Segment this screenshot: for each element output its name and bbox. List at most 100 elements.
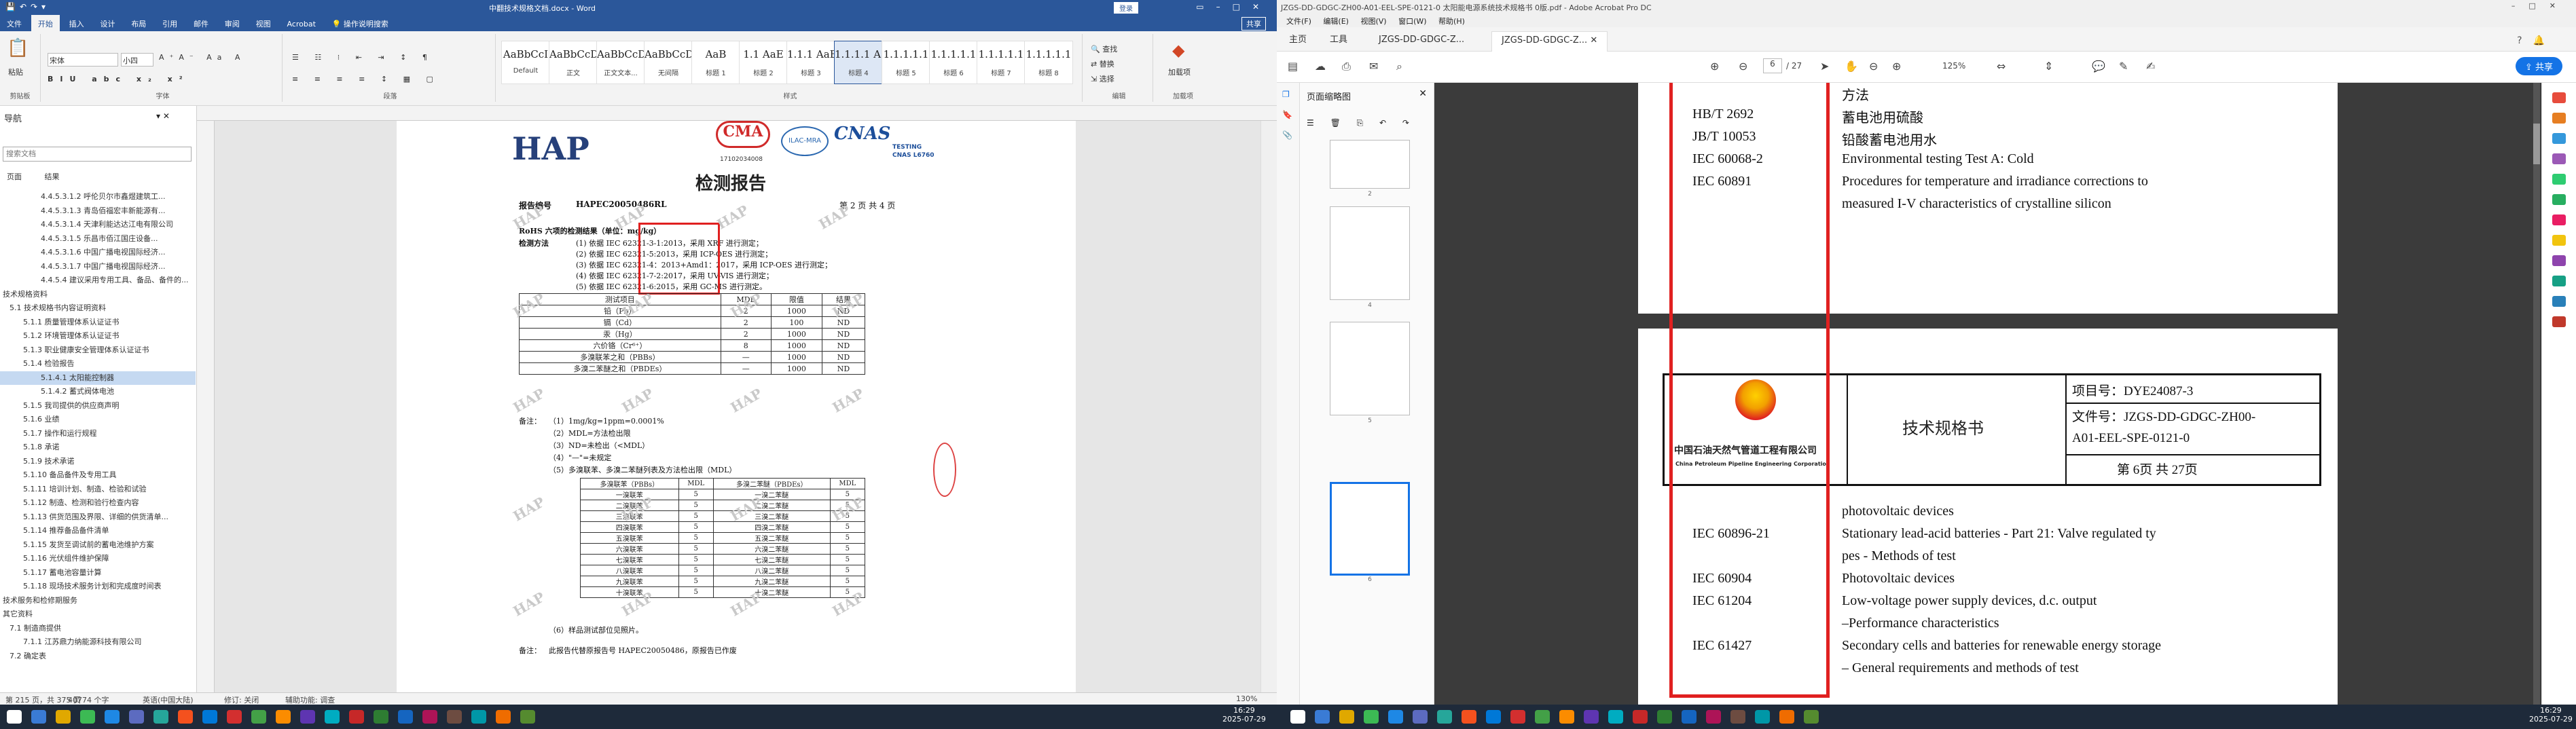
nav-search-input[interactable] <box>3 147 192 162</box>
align-buttons[interactable]: ≡ ≡ ≡ ≡ ↕ ▦ ▢ <box>292 75 440 83</box>
zoom-select[interactable]: 125% <box>1942 61 1965 71</box>
taskbar-app-icon[interactable] <box>105 710 120 724</box>
tab-home[interactable]: 开始 <box>31 15 60 33</box>
taskbar-app-icon[interactable] <box>520 710 535 724</box>
tab-home[interactable]: 主页 <box>1280 31 1316 52</box>
font-size-select[interactable]: 小四 <box>121 53 153 67</box>
nav-heading-item[interactable]: 技术服务和检修期服务 <box>0 594 196 608</box>
save-icon[interactable]: ▤ <box>1288 60 1298 73</box>
page-thumbnail[interactable]: 5 <box>1330 322 1410 424</box>
style-heading-5[interactable]: 1.1.1.1.1 标题 5 <box>882 41 930 84</box>
style-heading-3[interactable]: 1.1.1 AaE 标题 3 <box>786 41 835 84</box>
taskbar-app-icon[interactable] <box>251 710 266 724</box>
taskbar-app-icon[interactable] <box>153 710 168 724</box>
taskbar-app-icon[interactable] <box>1339 710 1354 724</box>
close-pane-icon[interactable]: ✕ <box>1419 88 1427 99</box>
style-heading-8[interactable]: 1.1.1.1.1 标题 8 <box>1024 41 1073 84</box>
taskbar-app-icon[interactable] <box>1779 710 1794 724</box>
nav-close-icon[interactable]: ▾ ✕ <box>156 111 170 121</box>
taskbar-app-icon[interactable] <box>1559 710 1574 724</box>
menu-help[interactable]: 帮助(H) <box>1438 16 1465 26</box>
nav-heading-item[interactable]: 5.1.12 制造、检测和验行检查内容 <box>0 496 196 510</box>
nav-heading-item[interactable]: 5.1.2 环境管理体系认证证书 <box>0 329 196 343</box>
tab-document-1[interactable]: JZGS-DD-GDGC-Z... <box>1369 31 1474 52</box>
tab-mailings[interactable]: 邮件 <box>187 15 215 33</box>
taskbar-app-icon[interactable] <box>1535 710 1550 724</box>
menu-file[interactable]: 文件(F) <box>1286 16 1311 26</box>
nav-heading-item[interactable]: 5.1.3 职业健康安全管理体系认证证书 <box>0 343 196 358</box>
tab-file[interactable]: 文件 <box>0 15 29 33</box>
list-buttons[interactable]: ☰ ☷ ⁝ ⇤ ⇥ ↕ ¶ <box>292 53 434 62</box>
nav-heading-item[interactable]: 5.1.9 技术承诺 <box>0 455 196 469</box>
nav-heading-item[interactable]: 4.4.5.3.1.6 中国广播电视国际经济... <box>0 246 196 260</box>
tab-insert[interactable]: 插入 <box>62 15 91 33</box>
taskbar-app-icon[interactable] <box>1437 710 1452 724</box>
taskbar-app-icon[interactable] <box>1510 710 1525 724</box>
pdf-viewport[interactable]: 方法 HB/T 2692 蓄电池用硫酸 JB/T 10053 铅酸蓄电池用水 IEC 60… <box>1434 83 2541 705</box>
zoom-in-icon[interactable]: ⊕ <box>1892 60 1901 73</box>
share-button[interactable]: 共享 <box>1241 17 1266 31</box>
paste-button[interactable]: 粘贴 <box>8 67 23 77</box>
nav-heading-item[interactable]: 5.1.13 供货范围及界限、详细的供货清单... <box>0 510 196 525</box>
attachment-icon[interactable]: 📎 <box>1282 130 1292 140</box>
nav-heading-item[interactable]: 4.4.5.3.1.2 呼伦贝尔市鑫煜建筑工... <box>0 190 196 204</box>
style-heading-4[interactable]: 1.1.1.1 Aa 标题 4 <box>834 41 883 84</box>
page-number-input[interactable]: 6 <box>1763 58 1782 73</box>
combine-files-icon[interactable] <box>2552 174 2566 185</box>
taskbar-app-icon[interactable] <box>1706 710 1721 724</box>
status-language[interactable]: 英语(中国大陆) <box>143 694 194 705</box>
taskbar-app-icon[interactable] <box>300 710 315 724</box>
menu-edit[interactable]: 编辑(E) <box>1323 16 1349 26</box>
nav-heading-item[interactable]: 技术规格资料 <box>0 288 196 302</box>
taskbar-app-icon[interactable] <box>1315 710 1330 724</box>
taskbar-app-icon[interactable] <box>178 710 193 724</box>
nav-heading-item[interactable]: 4.4.5.3.1.4 天津利能达达江电有限公司 <box>0 218 196 232</box>
thumbs-toolbar[interactable]: ☰ 🗑 ⎘ ↶ ↷ <box>1307 118 1416 128</box>
taskbar-app-icon[interactable] <box>31 710 46 724</box>
edit-pdf-icon[interactable] <box>2552 133 2566 144</box>
nav-heading-item[interactable]: 5.1 技术规格书内容证明资料 <box>0 301 196 316</box>
replace-button[interactable]: ⇄ 替换 <box>1091 58 1114 69</box>
taskbar-app-icon[interactable] <box>349 710 364 724</box>
taskbar-clock-left[interactable]: 16:29 2025-07-29 <box>1222 706 1266 724</box>
taskbar-app-icon[interactable] <box>1486 710 1501 724</box>
nav-heading-item[interactable]: 5.1.8 承诺 <box>0 441 196 455</box>
upload-icon[interactable]: ☁ <box>1315 60 1326 73</box>
print-icon[interactable]: ⎙ <box>1342 60 1351 73</box>
find-button[interactable]: 🔍 查找 <box>1091 43 1117 54</box>
nav-heading-item[interactable]: 7.1.1 江苏鼎力纳能源科技有限公司 <box>0 635 196 650</box>
tab-design[interactable]: 设计 <box>93 15 122 33</box>
taskbar-app-icon[interactable] <box>56 710 71 724</box>
taskbar-app-icon[interactable] <box>1608 710 1623 724</box>
status-words[interactable]: 40774 个字 <box>68 694 109 705</box>
comment-tool-icon[interactable] <box>2552 153 2566 164</box>
create-pdf-icon[interactable] <box>2552 113 2566 124</box>
zoom-out-icon[interactable]: ⊖ <box>1869 60 1878 73</box>
fit-page-icon[interactable]: ⇔ <box>1997 60 2006 73</box>
nav-heading-item[interactable]: 4.4.5.3.1.5 乐昌市佰江国庄设备... <box>0 232 196 246</box>
prev-page-icon[interactable]: ⊕ <box>1710 60 1719 73</box>
start-button-icon[interactable] <box>1290 710 1305 724</box>
style-no-spacing[interactable]: AaBbCcDd 无间隔 <box>644 41 693 84</box>
window-controls[interactable]: ▭–□✕ <box>1196 2 1271 12</box>
acrobat-share-button[interactable]: ⇪ 共享 <box>2515 57 2562 75</box>
style-default[interactable]: AaBbCcI Default <box>501 41 550 84</box>
nav-heading-item[interactable]: 4.4.5.3.1.3 青岛佰福宏丰新能源有... <box>0 204 196 219</box>
select-button[interactable]: ⇲ 选择 <box>1091 73 1114 84</box>
more-tools-icon[interactable] <box>2552 316 2566 327</box>
pen-icon[interactable]: ✎ <box>2119 60 2128 73</box>
acrobat-window-controls[interactable]: –□✕ <box>2511 1 2569 10</box>
taskbar-app-icon[interactable] <box>1364 710 1379 724</box>
select-tool-icon[interactable]: ➤ <box>1820 60 1829 73</box>
taskbar-clock-right[interactable]: 16:29 2025-07-29 <box>2529 706 2573 724</box>
style-normal[interactable]: AaBbCcDd 正文 <box>549 41 598 84</box>
nav-heading-item[interactable]: 5.1.7 操作和运行规程 <box>0 427 196 441</box>
tell-me-search[interactable]: 💡 操作说明搜索 <box>325 15 395 33</box>
comment-icon[interactable]: 💬 <box>2092 60 2105 73</box>
sign-icon[interactable]: ✍ <box>2146 60 2155 73</box>
nav-tab-pages[interactable]: 页面 <box>7 172 22 181</box>
nav-heading-item[interactable]: 5.1.10 备品备件及专用工具 <box>0 468 196 483</box>
status-accessibility[interactable]: 辅助功能: 调查 <box>285 694 335 705</box>
nav-heading-item[interactable]: 5.1.11 培训计划、制造、检验和试验 <box>0 483 196 497</box>
taskbar-app-icon[interactable] <box>1682 710 1697 724</box>
